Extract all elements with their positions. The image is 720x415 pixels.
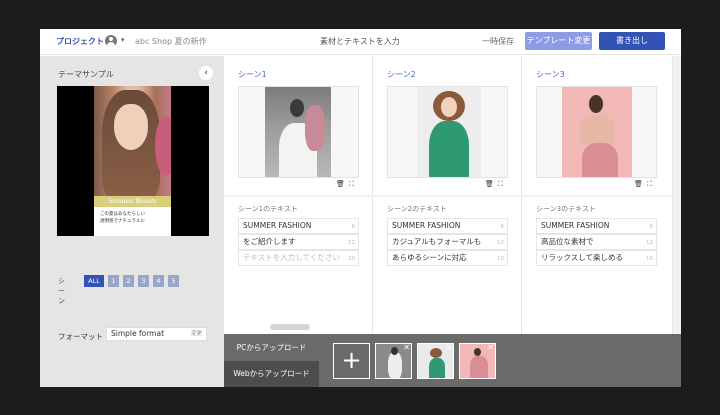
scene-text-field[interactable]: SUMMER FASHION 6 xyxy=(536,218,657,234)
char-count: 10 xyxy=(497,256,504,262)
scene-image-slot[interactable] xyxy=(387,86,508,178)
char-count: 12 xyxy=(348,240,355,246)
scene-title: シーン1 xyxy=(238,70,267,79)
uploaded-thumbnail[interactable]: ✕ xyxy=(417,343,454,379)
char-count: 12 xyxy=(497,240,504,246)
format-change-button[interactable]: 変更 xyxy=(191,328,202,340)
trash-icon[interactable]: 🗑 xyxy=(485,180,494,188)
scene-column: シーン1 🗑 ⛶ シーン1のテキスト SUMMER FASHION 6 をご紹介しま… xyxy=(224,56,373,334)
preview-line: 透明感でナチュラルに xyxy=(100,219,145,224)
scene-1-button[interactable]: 1 xyxy=(108,275,119,287)
trash-icon[interactable]: 🗑 xyxy=(634,180,643,188)
crop-icon[interactable]: ⛶ xyxy=(349,180,354,188)
uploaded-thumbnail[interactable]: ✕ xyxy=(375,343,412,379)
page-title: 素材とテキストを入力 xyxy=(320,37,400,46)
scene-text-field[interactable]: リラックスして楽しめる 10 xyxy=(536,250,657,266)
remove-image-icon[interactable]: ✕ xyxy=(445,344,452,352)
char-count: 12 xyxy=(646,240,653,246)
crop-icon[interactable]: ⛶ xyxy=(498,180,503,188)
preview-title-band: Summer Beauty xyxy=(94,196,171,207)
scene-text-field[interactable]: 高品位な素材で 12 xyxy=(536,234,657,250)
collapse-chevron-icon[interactable]: ‹ xyxy=(199,66,213,80)
scene-text-field[interactable]: テキストを入力してください 20 xyxy=(238,250,359,266)
scene-all-button[interactable]: ALL xyxy=(84,275,104,287)
scene-text-label: シーン1のテキスト xyxy=(238,205,298,213)
vertical-scrollbar[interactable] xyxy=(673,56,681,334)
scene-text-field[interactable]: カジュアルもフォーマルも 12 xyxy=(387,234,508,250)
scene-title: シーン3 xyxy=(536,70,565,79)
scene-image-slot[interactable] xyxy=(536,86,657,178)
scene-column: シーン2 🗑 ⛶ シーン2のテキスト SUMMER FASHION 6 カジュアルも… xyxy=(373,56,522,334)
panel-title: テーマサンプル xyxy=(58,70,114,79)
scene-photo xyxy=(417,87,481,177)
preview-line: この夏はあなたらしい xyxy=(100,212,145,217)
scene-photo xyxy=(265,87,331,177)
horizontal-scrollbar[interactable] xyxy=(270,324,310,330)
scene-text-field[interactable]: あらゆるシーンに対応 10 xyxy=(387,250,508,266)
scene-text-field[interactable]: をご紹介します 12 xyxy=(238,234,359,250)
remove-image-icon[interactable]: ✕ xyxy=(487,344,494,352)
scene-text-label: シーン2のテキスト xyxy=(387,205,447,213)
preview-text-block: この夏はあなたらしい 透明感でナチュラルに xyxy=(94,207,171,236)
scene-image-slot[interactable] xyxy=(238,86,359,178)
scene-text-field[interactable]: SUMMER FASHION 6 xyxy=(387,218,508,234)
save-draft-button[interactable]: 一時保存 xyxy=(482,36,514,47)
char-count: 6 xyxy=(351,224,356,230)
char-count: 20 xyxy=(348,256,355,262)
scene-4-button[interactable]: 4 xyxy=(153,275,164,287)
upload-from-pc-tab[interactable]: PCからアップロード xyxy=(224,334,319,361)
char-count: 6 xyxy=(649,224,654,230)
scene-text-label: シーン3のテキスト xyxy=(536,205,596,213)
scene-column: シーン3 🗑 ⛶ シーン3のテキスト SUMMER FASHION 6 高品位な素材… xyxy=(522,56,673,334)
project-menu-label[interactable]: プロジェクト xyxy=(56,36,104,47)
char-count: 6 xyxy=(500,224,505,230)
app-window: プロジェクト ▾ abc Shop 夏の新作 素材とテキストを入力 一時保存 テ… xyxy=(40,29,681,387)
format-value: Simple format xyxy=(111,329,165,338)
upload-bar: PCからアップロード Webからアップロード + ✕ ✕ ✕ xyxy=(224,334,681,387)
chevron-down-icon[interactable]: ▾ xyxy=(121,36,125,44)
trash-icon[interactable]: 🗑 xyxy=(336,180,345,188)
scene-title: シーン2 xyxy=(387,70,416,79)
theme-preview: Summer Beauty この夏はあなたらしい 透明感でナチュラルに xyxy=(57,86,209,236)
scene-text-field[interactable]: SUMMER FASHION 6 xyxy=(238,218,359,234)
char-count: 10 xyxy=(646,256,653,262)
scene-5-button[interactable]: 5 xyxy=(168,275,179,287)
scene-editor: シーン1 🗑 ⛶ シーン1のテキスト SUMMER FASHION 6 をご紹介しま… xyxy=(224,56,681,334)
project-name: abc Shop 夏の新作 xyxy=(135,37,207,46)
theme-sample-panel: テーマサンプル ‹ Summer Beauty この夏はあなたらしい 透明感でナ… xyxy=(40,56,224,387)
header-bar: プロジェクト ▾ abc Shop 夏の新作 素材とテキストを入力 一時保存 テ… xyxy=(40,29,681,55)
format-label: フォーマット xyxy=(58,332,103,341)
format-field[interactable]: Simple format 変更 xyxy=(106,327,207,341)
preview-photo xyxy=(94,86,171,196)
scene-photo xyxy=(562,87,632,177)
change-template-button[interactable]: テンプレート変更 xyxy=(525,32,592,50)
scene-selector-label: シーン xyxy=(58,277,65,305)
add-image-button[interactable]: + xyxy=(333,343,370,379)
export-button[interactable]: 書き出し xyxy=(599,32,665,50)
scene-3-button[interactable]: 3 xyxy=(138,275,149,287)
user-avatar-icon[interactable] xyxy=(105,35,117,47)
uploaded-thumbnail[interactable]: ✕ xyxy=(459,343,496,379)
scene-2-button[interactable]: 2 xyxy=(123,275,134,287)
upload-from-web-tab[interactable]: Webからアップロード xyxy=(224,361,319,387)
remove-image-icon[interactable]: ✕ xyxy=(403,344,410,352)
crop-icon[interactable]: ⛶ xyxy=(647,180,652,188)
